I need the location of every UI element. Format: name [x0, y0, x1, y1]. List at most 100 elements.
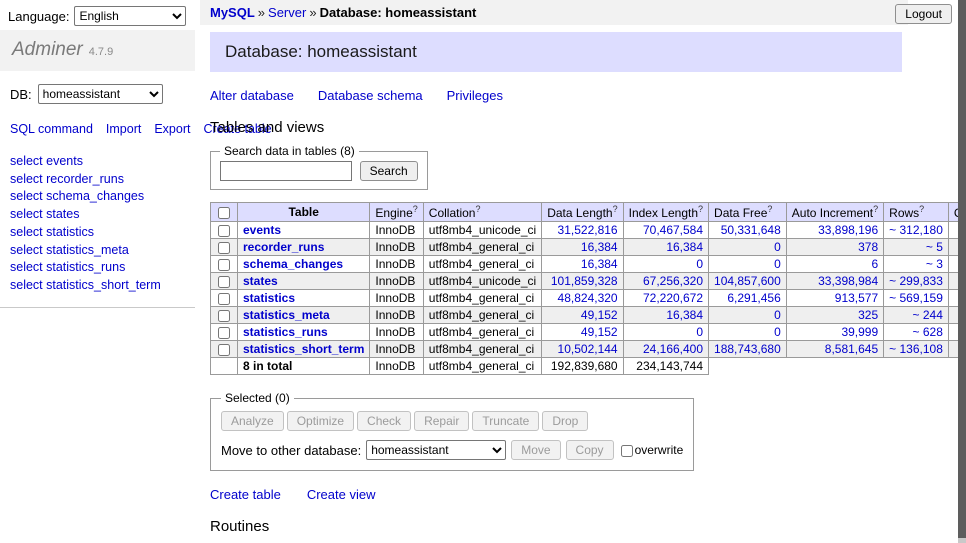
data-length-link[interactable]: 16,384: [581, 257, 618, 271]
table-name-link[interactable]: statistics_short_term: [243, 342, 364, 356]
sidebar-table-link[interactable]: select statistics_meta: [10, 242, 185, 260]
db-select[interactable]: homeassistant: [38, 84, 163, 104]
index-length-link[interactable]: 72,220,672: [643, 291, 703, 305]
sidebar-action-link[interactable]: SQL command: [10, 122, 93, 136]
table-row: events InnoDB utf8mb4_unicode_ci 31,522,…: [211, 222, 966, 239]
data-length-link[interactable]: 49,152: [581, 308, 618, 322]
data-free-link[interactable]: 104,857,600: [714, 274, 781, 288]
scrollbar-thumb[interactable]: [958, 0, 966, 538]
sidebar-table-link[interactable]: select statistics_short_term: [10, 277, 185, 295]
logout-button[interactable]: Logout: [895, 4, 952, 24]
rows-count-link[interactable]: ~ 136,108: [889, 342, 943, 356]
language-select[interactable]: English: [74, 6, 186, 26]
table-name-link[interactable]: schema_changes: [243, 257, 343, 271]
data-free-link[interactable]: 50,331,648: [721, 223, 781, 237]
data-length-link[interactable]: 49,152: [581, 325, 618, 339]
auto-increment-link[interactable]: 33,398,984: [818, 274, 878, 288]
row-select-checkbox[interactable]: [218, 225, 230, 237]
vertical-scrollbar[interactable]: [958, 0, 966, 543]
data-free-link[interactable]: 0: [774, 257, 781, 271]
search-input[interactable]: [220, 161, 352, 181]
table-name-link[interactable]: states: [243, 274, 278, 288]
sidebar-table-link[interactable]: select states: [10, 206, 185, 224]
auto-increment-link[interactable]: 33,898,196: [818, 223, 878, 237]
move-database-select[interactable]: homeassistant: [366, 440, 506, 460]
table-name-link[interactable]: statistics_meta: [243, 308, 330, 322]
row-select-checkbox[interactable]: [218, 293, 230, 305]
table-name-link[interactable]: events: [243, 223, 281, 237]
selected-action-button[interactable]: Truncate: [472, 411, 539, 431]
row-select-checkbox[interactable]: [218, 310, 230, 322]
sidebar-action-link[interactable]: Import: [106, 122, 141, 136]
selected-action-button[interactable]: Check: [357, 411, 411, 431]
rows-count-link[interactable]: ~ 569,159: [889, 291, 943, 305]
auto-increment-link[interactable]: 6: [871, 257, 878, 271]
row-select-checkbox[interactable]: [218, 327, 230, 339]
data-length-link[interactable]: 16,384: [581, 240, 618, 254]
selected-action-button[interactable]: Optimize: [287, 411, 354, 431]
copy-button[interactable]: Copy: [566, 440, 614, 460]
sidebar-table-link[interactable]: select events: [10, 153, 185, 171]
help-link[interactable]: ?: [873, 204, 878, 214]
database-action-link[interactable]: Database schema: [318, 88, 423, 103]
search-button[interactable]: Search: [360, 161, 418, 181]
index-length-link[interactable]: 0: [696, 325, 703, 339]
data-length-link[interactable]: 10,502,144: [558, 342, 618, 356]
overwrite-checkbox[interactable]: [621, 445, 633, 457]
create-link[interactable]: Create view: [307, 487, 376, 502]
table-name-link[interactable]: statistics: [243, 291, 295, 305]
move-button[interactable]: Move: [511, 440, 560, 460]
data-free-link[interactable]: 0: [774, 308, 781, 322]
data-free-link[interactable]: 188,743,680: [714, 342, 781, 356]
index-length-link[interactable]: 70,467,584: [643, 223, 703, 237]
table-name-link[interactable]: recorder_runs: [243, 240, 324, 254]
index-length-link[interactable]: 67,256,320: [643, 274, 703, 288]
index-length-link[interactable]: 16,384: [666, 240, 703, 254]
help-link[interactable]: ?: [767, 204, 772, 214]
row-select-checkbox[interactable]: [218, 242, 230, 254]
database-action-link[interactable]: Privileges: [447, 88, 503, 103]
rows-count-link[interactable]: ~ 628: [913, 325, 943, 339]
row-select-checkbox[interactable]: [218, 276, 230, 288]
select-all-checkbox[interactable]: [218, 207, 230, 219]
sidebar-action-link[interactable]: Export: [154, 122, 190, 136]
data-length-link[interactable]: 101,859,328: [551, 274, 618, 288]
sidebar-table-link[interactable]: select schema_changes: [10, 188, 185, 206]
selected-action-button[interactable]: Repair: [414, 411, 469, 431]
index-length-link[interactable]: 16,384: [666, 308, 703, 322]
rows-count-link[interactable]: ~ 312,180: [889, 223, 943, 237]
data-free-link[interactable]: 0: [774, 240, 781, 254]
rows-count-link[interactable]: ~ 5: [926, 240, 943, 254]
data-free-link[interactable]: 0: [774, 325, 781, 339]
sidebar-table-link[interactable]: select recorder_runs: [10, 171, 185, 189]
sidebar-table-link[interactable]: select statistics: [10, 224, 185, 242]
index-length-link[interactable]: 0: [696, 257, 703, 271]
help-link[interactable]: ?: [919, 204, 924, 214]
row-select-checkbox[interactable]: [218, 344, 230, 356]
help-link[interactable]: ?: [475, 204, 480, 214]
selected-action-button[interactable]: Analyze: [221, 411, 284, 431]
auto-increment-link[interactable]: 8,581,645: [825, 342, 878, 356]
auto-increment-link[interactable]: 913,577: [835, 291, 878, 305]
create-link[interactable]: Create table: [210, 487, 281, 502]
help-link[interactable]: ?: [698, 204, 703, 214]
auto-increment-link[interactable]: 39,999: [841, 325, 878, 339]
breadcrumb-mysql-link[interactable]: MySQL: [210, 5, 255, 20]
auto-increment-link[interactable]: 325: [858, 308, 878, 322]
data-free-link[interactable]: 6,291,456: [727, 291, 780, 305]
rows-count-link[interactable]: ~ 299,833: [889, 274, 943, 288]
auto-increment-link[interactable]: 378: [858, 240, 878, 254]
data-length-link[interactable]: 31,522,816: [558, 223, 618, 237]
database-action-link[interactable]: Alter database: [210, 88, 294, 103]
index-length-link[interactable]: 24,166,400: [643, 342, 703, 356]
sidebar-table-link[interactable]: select statistics_runs: [10, 259, 185, 277]
rows-count-link[interactable]: ~ 244: [913, 308, 943, 322]
row-select-checkbox[interactable]: [218, 259, 230, 271]
rows-count-link[interactable]: ~ 3: [926, 257, 943, 271]
data-length-link[interactable]: 48,824,320: [558, 291, 618, 305]
help-link[interactable]: ?: [613, 204, 618, 214]
selected-action-button[interactable]: Drop: [542, 411, 588, 431]
breadcrumb-server-link[interactable]: Server: [268, 5, 306, 20]
table-name-link[interactable]: statistics_runs: [243, 325, 328, 339]
help-link[interactable]: ?: [413, 204, 418, 214]
